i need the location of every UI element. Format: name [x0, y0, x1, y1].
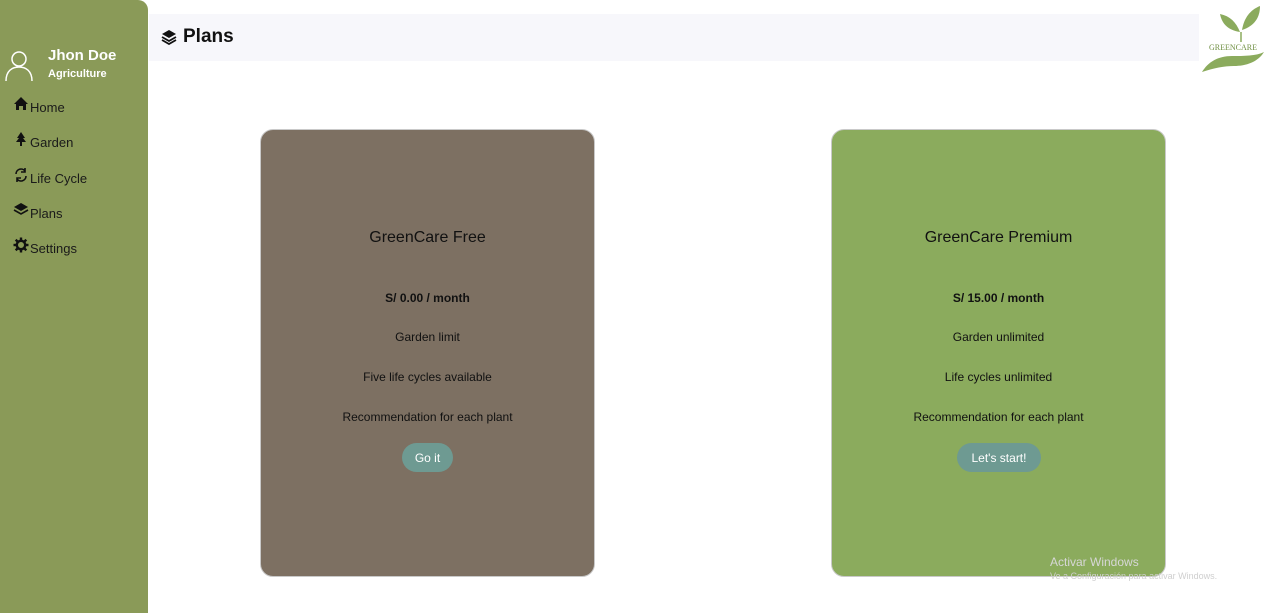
page-header: Plans: [149, 14, 1199, 61]
user-avatar-icon: [5, 51, 33, 82]
greencare-logo: GREENCARE: [1202, 6, 1264, 72]
sidebar-item-label: Life Cycle: [30, 171, 88, 186]
plan-feature: Garden unlimited: [952, 330, 1045, 344]
tree-icon: [16, 132, 26, 146]
plan-feature: Five life cycles available: [363, 370, 492, 384]
sidebar-item-life-cycle[interactable]: Life Cycle: [12, 168, 142, 190]
user-profile: Jhon Doe Agriculture: [4, 46, 144, 86]
home-icon: [14, 97, 28, 110]
lets-start-button[interactable]: Let's start!: [957, 443, 1041, 472]
sidebar-item-label: Settings: [30, 241, 77, 256]
plan-price: S/ 0.00 / month: [385, 291, 470, 305]
sidebar-item-home[interactable]: Home: [12, 97, 142, 119]
sidebar-item-settings[interactable]: Settings: [12, 237, 142, 260]
sidebar-item-garden[interactable]: Garden: [12, 132, 142, 154]
plan-feature: Life cycles unlimited: [944, 370, 1053, 384]
go-it-button[interactable]: Go it: [402, 443, 453, 472]
plan-feature: Recommendation for each plant: [342, 410, 513, 424]
logo-text: GREENCARE: [1209, 43, 1257, 52]
sidebar-item-label: Garden: [30, 135, 74, 150]
plan-price: S/ 15.00 / month: [952, 291, 1045, 305]
plan-feature: Garden limit: [395, 330, 460, 344]
user-name: Jhon Doe: [48, 47, 117, 64]
user-role: Agriculture: [48, 68, 107, 80]
plan-card-free: GreenCare Free S/ 0.00 / month Garden li…: [260, 129, 595, 577]
windows-activation-subtext: Ve a Configuración para activar Windows.: [1050, 571, 1218, 581]
plan-name: GreenCare Free: [369, 229, 486, 246]
sidebar: Jhon Doe Agriculture Home Garden Life Cy…: [0, 0, 148, 613]
plan-name: GreenCare Premium: [924, 229, 1073, 246]
sidebar-item-label: Home: [30, 100, 65, 115]
layers-icon: [161, 30, 177, 45]
windows-activation-watermark: Activar Windows: [1050, 555, 1139, 569]
page-title: Plans: [183, 26, 234, 47]
sidebar-item-plans[interactable]: Plans: [12, 203, 142, 225]
sidebar-item-label: Plans: [30, 206, 63, 221]
plan-feature: Recommendation for each plant: [913, 410, 1084, 424]
refresh-icon: [15, 168, 27, 182]
gear-icon: [13, 237, 29, 253]
layers-icon: [13, 203, 29, 215]
plan-card-premium: GreenCare Premium S/ 15.00 / month Garde…: [831, 129, 1166, 577]
